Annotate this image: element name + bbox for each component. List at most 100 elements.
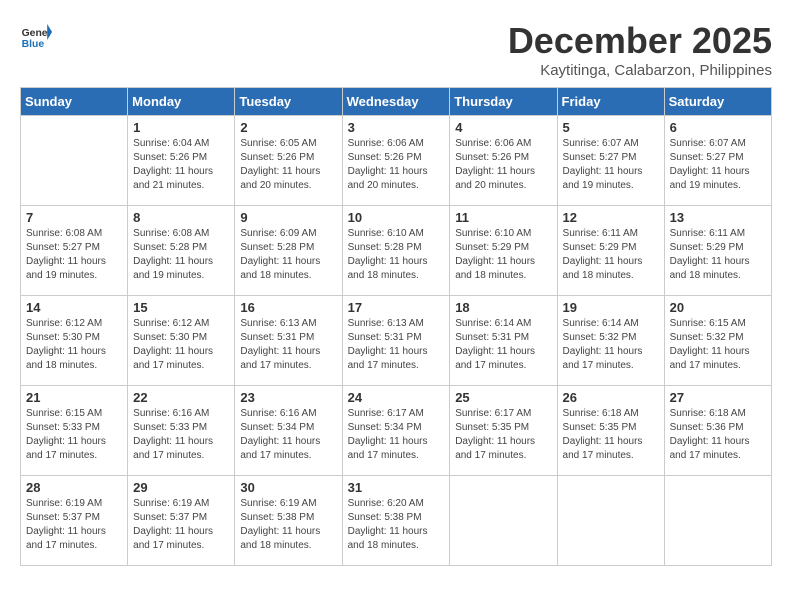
day-number: 28 xyxy=(26,480,122,495)
calendar-day-cell: 7 Sunrise: 6:08 AM Sunset: 5:27 PM Daylig… xyxy=(21,206,128,296)
day-number: 12 xyxy=(563,210,659,225)
calendar-week-row: 7 Sunrise: 6:08 AM Sunset: 5:27 PM Daylig… xyxy=(21,206,772,296)
calendar-day-cell: 18 Sunrise: 6:14 AM Sunset: 5:31 PM Dayli… xyxy=(450,296,557,386)
day-number: 9 xyxy=(240,210,336,225)
calendar-day-cell: 29 Sunrise: 6:19 AM Sunset: 5:37 PM Dayli… xyxy=(128,476,235,566)
day-number: 10 xyxy=(348,210,445,225)
day-info: Sunrise: 6:17 AM Sunset: 5:34 PM Dayligh… xyxy=(348,407,445,463)
calendar-day-header: Saturday xyxy=(664,88,771,116)
day-number: 1 xyxy=(133,120,229,135)
day-info: Sunrise: 6:16 AM Sunset: 5:34 PM Dayligh… xyxy=(240,407,336,463)
calendar-day-cell: 31 Sunrise: 6:20 AM Sunset: 5:38 PM Dayli… xyxy=(342,476,450,566)
title-block: December 2025 Kaytitinga, Calabarzon, Ph… xyxy=(508,20,772,79)
calendar-day-cell: 23 Sunrise: 6:16 AM Sunset: 5:34 PM Dayli… xyxy=(235,386,342,476)
calendar-day-cell: 13 Sunrise: 6:11 AM Sunset: 5:29 PM Dayli… xyxy=(664,206,771,296)
day-info: Sunrise: 6:12 AM Sunset: 5:30 PM Dayligh… xyxy=(133,317,229,373)
calendar-week-row: 1 Sunrise: 6:04 AM Sunset: 5:26 PM Daylig… xyxy=(21,116,772,206)
day-number: 14 xyxy=(26,300,122,315)
day-info: Sunrise: 6:14 AM Sunset: 5:31 PM Dayligh… xyxy=(455,317,551,373)
calendar-day-cell: 10 Sunrise: 6:10 AM Sunset: 5:28 PM Dayli… xyxy=(342,206,450,296)
calendar-week-row: 21 Sunrise: 6:15 AM Sunset: 5:33 PM Dayli… xyxy=(21,386,772,476)
day-number: 21 xyxy=(26,390,122,405)
day-info: Sunrise: 6:11 AM Sunset: 5:29 PM Dayligh… xyxy=(670,227,766,283)
calendar-day-cell: 16Sunrise: 6:13 AM Sunset: 5:31 PM Dayli… xyxy=(235,296,342,386)
calendar-day-header: Monday xyxy=(128,88,235,116)
svg-text:Blue: Blue xyxy=(22,39,45,50)
day-number: 24 xyxy=(348,390,445,405)
day-info: Sunrise: 6:13 AM Sunset: 5:31 PM Dayligh… xyxy=(348,317,445,373)
day-number: 30 xyxy=(240,480,336,495)
day-number: 5 xyxy=(563,120,659,135)
day-info: Sunrise: 6:10 AM Sunset: 5:28 PM Dayligh… xyxy=(348,227,445,283)
calendar-day-cell: 8 Sunrise: 6:08 AM Sunset: 5:28 PM Daylig… xyxy=(128,206,235,296)
day-info: Sunrise: 6:09 AM Sunset: 5:28 PM Dayligh… xyxy=(240,227,336,283)
calendar-day-cell xyxy=(21,116,128,206)
calendar-day-cell: 15 Sunrise: 6:12 AM Sunset: 5:30 PM Dayli… xyxy=(128,296,235,386)
day-info: Sunrise: 6:14 AM Sunset: 5:32 PM Dayligh… xyxy=(563,317,659,373)
month-title: December 2025 xyxy=(508,20,772,62)
day-number: 11 xyxy=(455,210,551,225)
day-info: Sunrise: 6:06 AM Sunset: 5:26 PM Dayligh… xyxy=(455,137,551,193)
day-number: 29 xyxy=(133,480,229,495)
calendar-day-header: Sunday xyxy=(21,88,128,116)
day-info: Sunrise: 6:19 AM Sunset: 5:37 PM Dayligh… xyxy=(133,497,229,553)
day-number: 27 xyxy=(670,390,766,405)
day-info: Sunrise: 6:05 AM Sunset: 5:26 PM Dayligh… xyxy=(240,137,336,193)
calendar-day-cell: 19 Sunrise: 6:14 AM Sunset: 5:32 PM Dayli… xyxy=(557,296,664,386)
calendar-week-row: 28 Sunrise: 6:19 AM Sunset: 5:37 PM Dayli… xyxy=(21,476,772,566)
calendar-day-header: Friday xyxy=(557,88,664,116)
day-number: 15 xyxy=(133,300,229,315)
day-number: 23 xyxy=(240,390,336,405)
day-info: Sunrise: 6:07 AM Sunset: 5:27 PM Dayligh… xyxy=(670,137,766,193)
day-info: Sunrise: 6:19 AM Sunset: 5:38 PM Dayligh… xyxy=(240,497,336,553)
day-info: Sunrise: 6:08 AM Sunset: 5:28 PM Dayligh… xyxy=(133,227,229,283)
day-number: 2 xyxy=(240,120,336,135)
day-info: Sunrise: 6:15 AM Sunset: 5:32 PM Dayligh… xyxy=(670,317,766,373)
calendar-day-cell: 2 Sunrise: 6:05 AM Sunset: 5:26 PM Daylig… xyxy=(235,116,342,206)
calendar-day-cell xyxy=(664,476,771,566)
calendar-day-header: Wednesday xyxy=(342,88,450,116)
day-info: Sunrise: 6:07 AM Sunset: 5:27 PM Dayligh… xyxy=(563,137,659,193)
calendar-day-cell: 21 Sunrise: 6:15 AM Sunset: 5:33 PM Dayli… xyxy=(21,386,128,476)
day-number: 7 xyxy=(26,210,122,225)
day-number: 20 xyxy=(670,300,766,315)
calendar-day-cell: 5 Sunrise: 6:07 AM Sunset: 5:27 PM Daylig… xyxy=(557,116,664,206)
day-number: 18 xyxy=(455,300,551,315)
day-number: 17 xyxy=(348,300,445,315)
calendar-table: SundayMondayTuesdayWednesdayThursdayFrid… xyxy=(20,87,772,566)
day-info: Sunrise: 6:10 AM Sunset: 5:29 PM Dayligh… xyxy=(455,227,551,283)
calendar-day-cell: 24 Sunrise: 6:17 AM Sunset: 5:34 PM Dayli… xyxy=(342,386,450,476)
logo: General Blue xyxy=(20,20,54,52)
day-number: 31 xyxy=(348,480,445,495)
day-info: Sunrise: 6:15 AM Sunset: 5:33 PM Dayligh… xyxy=(26,407,122,463)
day-info: Sunrise: 6:18 AM Sunset: 5:36 PM Dayligh… xyxy=(670,407,766,463)
day-info: Sunrise: 6:19 AM Sunset: 5:37 PM Dayligh… xyxy=(26,497,122,553)
day-number: 13 xyxy=(670,210,766,225)
calendar-day-header: Tuesday xyxy=(235,88,342,116)
calendar-day-cell: 20 Sunrise: 6:15 AM Sunset: 5:32 PM Dayli… xyxy=(664,296,771,386)
calendar-day-cell: 1 Sunrise: 6:04 AM Sunset: 5:26 PM Daylig… xyxy=(128,116,235,206)
day-info: Sunrise: 6:13 AM Sunset: 5:31 PM Dayligh… xyxy=(240,317,336,373)
day-number: 6 xyxy=(670,120,766,135)
day-number: 26 xyxy=(563,390,659,405)
calendar-day-header: Thursday xyxy=(450,88,557,116)
calendar-day-cell: 25Sunrise: 6:17 AM Sunset: 5:35 PM Dayli… xyxy=(450,386,557,476)
day-number: 4 xyxy=(455,120,551,135)
day-info: Sunrise: 6:08 AM Sunset: 5:27 PM Dayligh… xyxy=(26,227,122,283)
calendar-day-cell: 26Sunrise: 6:18 AM Sunset: 5:35 PM Dayli… xyxy=(557,386,664,476)
page-header: General Blue December 2025 Kaytitinga, C… xyxy=(20,20,772,79)
day-number: 3 xyxy=(348,120,445,135)
logo-icon: General Blue xyxy=(20,20,52,52)
day-number: 8 xyxy=(133,210,229,225)
calendar-day-cell xyxy=(557,476,664,566)
calendar-day-cell: 3Sunrise: 6:06 AM Sunset: 5:26 PM Daylig… xyxy=(342,116,450,206)
calendar-day-cell: 9 Sunrise: 6:09 AM Sunset: 5:28 PM Daylig… xyxy=(235,206,342,296)
day-info: Sunrise: 6:20 AM Sunset: 5:38 PM Dayligh… xyxy=(348,497,445,553)
calendar-day-cell: 11 Sunrise: 6:10 AM Sunset: 5:29 PM Dayli… xyxy=(450,206,557,296)
day-number: 19 xyxy=(563,300,659,315)
calendar-header-row: SundayMondayTuesdayWednesdayThursdayFrid… xyxy=(21,88,772,116)
location-subtitle: Kaytitinga, Calabarzon, Philippines xyxy=(508,62,772,79)
day-info: Sunrise: 6:17 AM Sunset: 5:35 PM Dayligh… xyxy=(455,407,551,463)
calendar-day-cell: 4 Sunrise: 6:06 AM Sunset: 5:26 PM Daylig… xyxy=(450,116,557,206)
day-info: Sunrise: 6:04 AM Sunset: 5:26 PM Dayligh… xyxy=(133,137,229,193)
